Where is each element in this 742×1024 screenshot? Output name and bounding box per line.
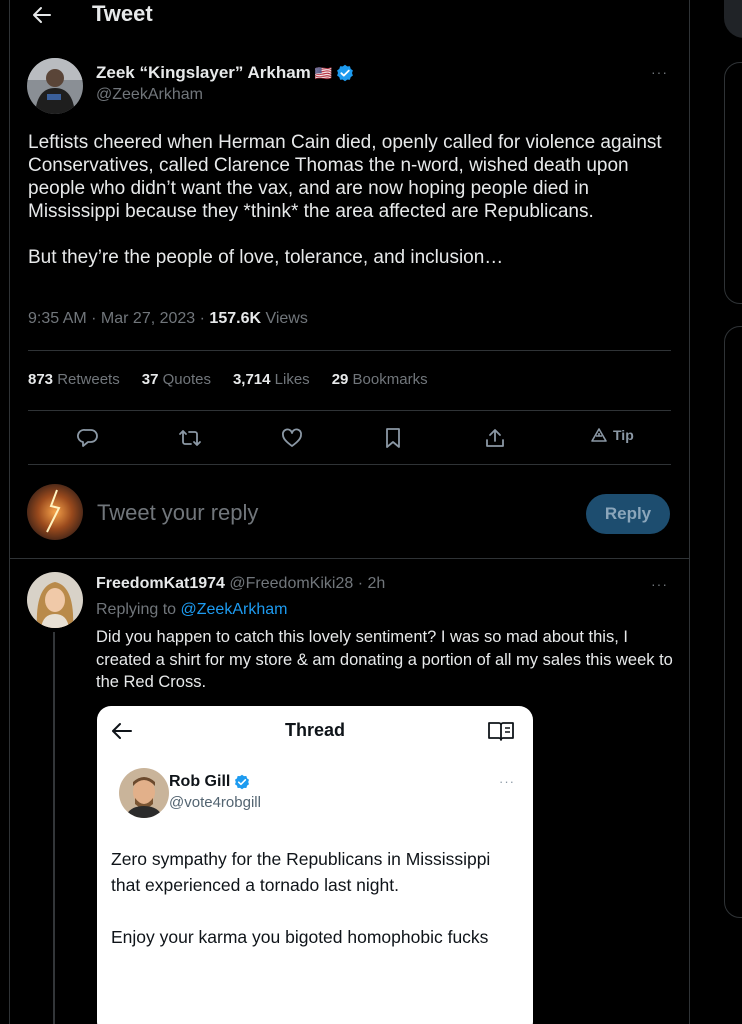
thread-line [53,632,55,1024]
top-bar: Tweet [10,0,690,30]
views-count: 157.6K [209,310,262,327]
back-arrow-icon[interactable] [32,6,52,24]
embedded-tweet-text: Zero sympathy for the Republicans in Mis… [111,849,491,947]
share-icon [486,429,504,447]
bookmark-action[interactable] [379,424,407,452]
page-title: Tweet [92,1,153,26]
embedded-author-avatar [119,768,169,818]
tweet-actions: Tip [28,424,671,452]
author-name[interactable]: Zeek “Kingslayer” Arkham 🇺🇸 [96,63,354,83]
main-column: Tweet Zeek “Kingslayer” Arkham 🇺🇸 @ZeekA… [9,0,690,1024]
user-avatar[interactable] [27,484,83,540]
views-label: Views [261,310,308,327]
replying-to-handle-link[interactable]: @ZeekArkham [181,601,288,618]
reply-author-avatar[interactable] [27,572,83,628]
embedded-author-handle: @vote4robgill [169,794,261,811]
share-action[interactable] [481,424,509,452]
verified-badge-icon [235,774,250,790]
verified-badge-icon [337,64,354,82]
embedded-thread-title: Thread [284,720,345,740]
author-name-text: Zeek “Kingslayer” Arkham [96,63,311,82]
embedded-image[interactable]: Thread Rob Gill @vote4robgill ··· Zero s… [97,706,533,1024]
embedded-author-name: Rob Gill [169,773,250,791]
reply-action[interactable] [74,424,102,452]
stat-quotes[interactable]: 37 Quotes [142,371,211,388]
more-options-icon[interactable]: ··· [651,64,668,80]
reply-author-name: FreedomKat1974 [96,575,225,592]
author-avatar[interactable] [27,58,83,114]
replying-to: Replying to @ZeekArkham [96,601,288,618]
reply-handle-time: @FreedomKiki28 · 2h [224,575,386,592]
reply-author[interactable]: FreedomKat1974 @FreedomKiki28 · 2h [96,575,385,593]
reply-text: Did you happen to catch this lovely sent… [96,628,673,691]
stat-bookmarks[interactable]: 29 Bookmarks [332,371,428,388]
author-handle[interactable]: @ZeekArkham [96,86,203,104]
retweet-action[interactable] [176,424,204,452]
reply-more-options-icon[interactable]: ··· [651,576,668,592]
like-action[interactable] [278,424,306,452]
right-sidebar [690,0,742,1024]
stat-retweets[interactable]: 873 Retweets [28,371,120,388]
trends-card [724,62,742,304]
tweet-meta: 9:35 AM · Mar 27, 2023 · 157.6K Views [28,310,308,328]
reply-button[interactable]: Reply [586,494,670,534]
embedded-more-icon: ··· [499,774,515,789]
tweet-text: Leftists cheered when Herman Cain died, … [28,132,662,268]
tip-label: Tip [613,427,634,443]
tip-button[interactable]: Tip [590,427,634,443]
tweet-stats: 873 Retweets 37 Quotes 3,714 Likes 29 Bo… [28,371,428,388]
reader-mode-icon [488,722,514,741]
reply-input[interactable]: Tweet your reply [97,500,258,526]
tweet-time[interactable]: 9:35 AM · Mar 27, 2023 · [28,310,209,327]
heart-icon [282,428,302,447]
divider [28,410,671,411]
bookmark-icon [386,428,400,448]
divider [10,558,690,559]
tip-icon [591,428,607,442]
us-flag-icon: 🇺🇸 [314,64,333,81]
divider [28,350,671,351]
who-to-follow-card [724,326,742,918]
stat-likes[interactable]: 3,714 Likes [233,371,310,388]
search-bar[interactable] [724,0,742,38]
retweet-icon [179,430,201,446]
reply-icon [77,429,98,447]
divider [28,464,671,465]
